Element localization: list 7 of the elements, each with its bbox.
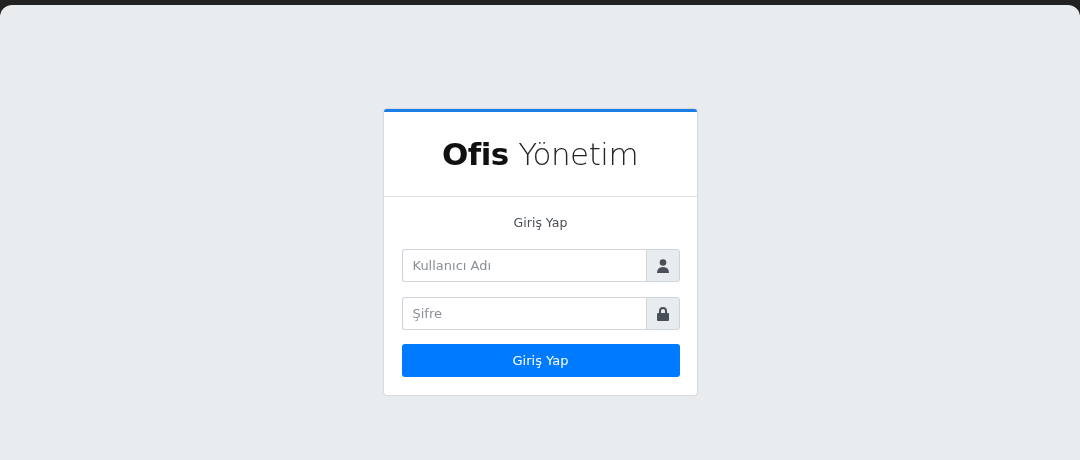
user-icon (656, 258, 669, 273)
login-button[interactable]: Giriş Yap (401, 344, 680, 377)
login-message: Giriş Yap (512, 215, 569, 230)
username-field[interactable]: Kullanıcı Adı (401, 249, 646, 282)
lock-icon (656, 306, 669, 321)
password-field[interactable]: Şifre (401, 297, 646, 330)
app-logo: Ofis Yönetim (441, 136, 639, 172)
